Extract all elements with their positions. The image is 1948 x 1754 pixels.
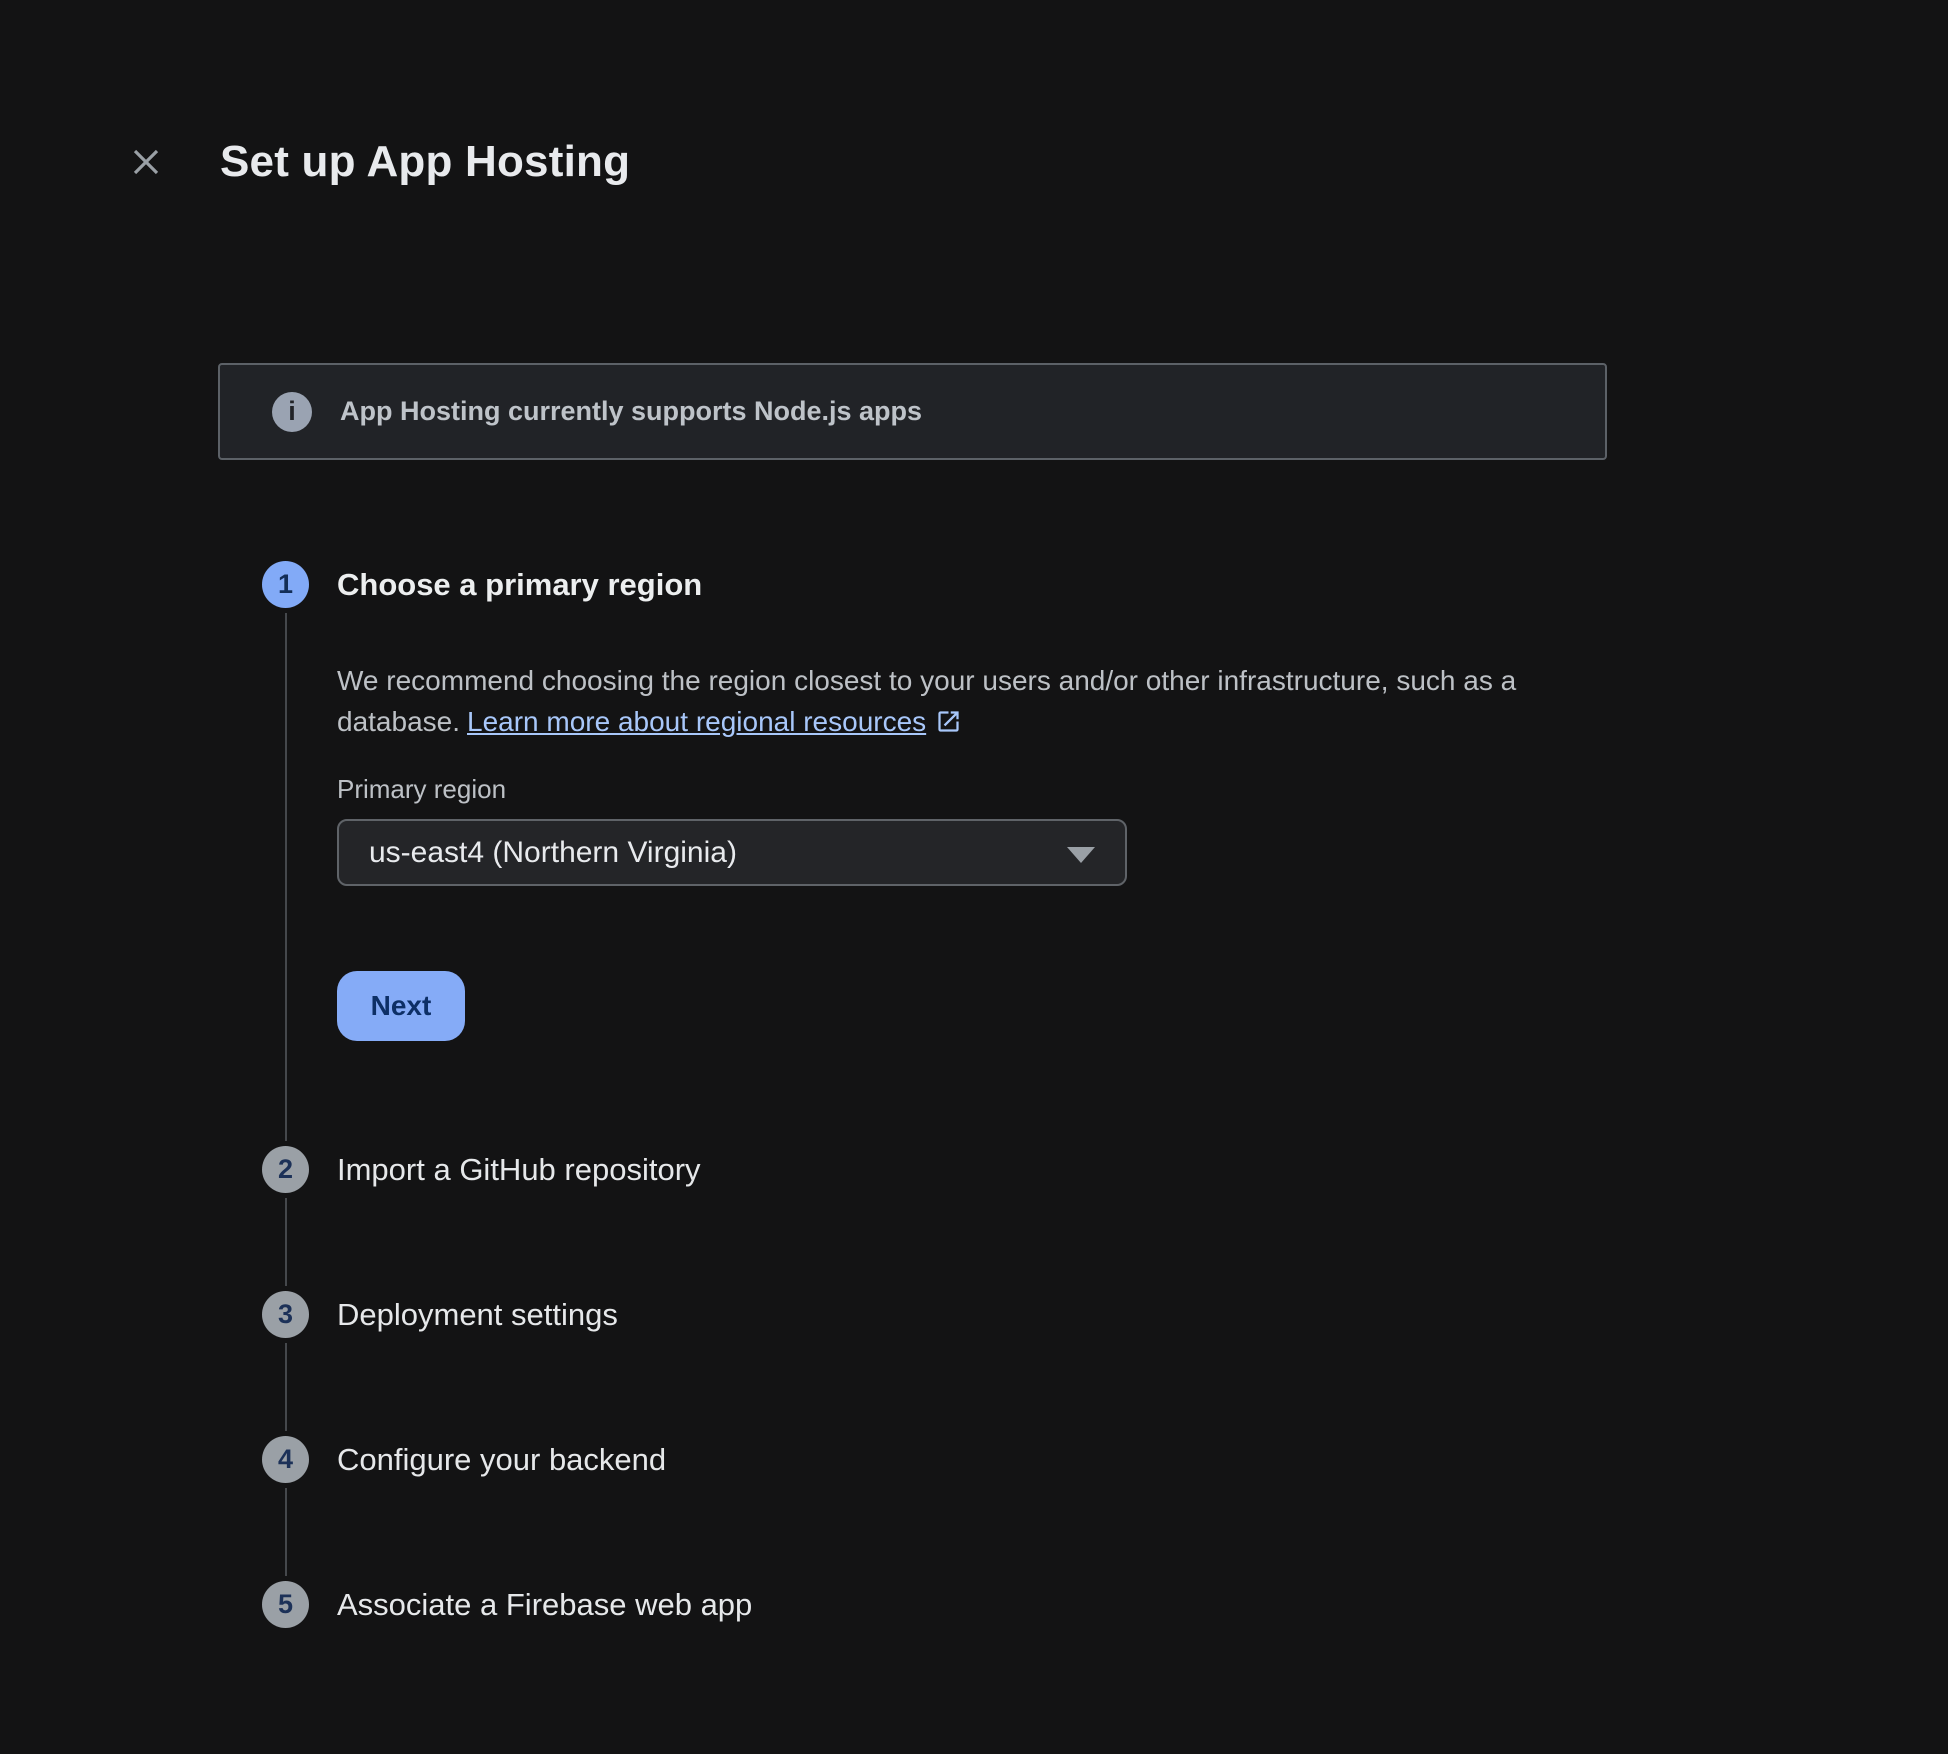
info-icon — [272, 392, 312, 432]
external-link-icon — [935, 710, 962, 741]
primary-region-select[interactable]: us-east4 (Northern Virginia) — [337, 819, 1127, 886]
info-banner: App Hosting currently supports Node.js a… — [218, 363, 1607, 460]
step-4-label: Configure your backend — [337, 1436, 1948, 1483]
step-2-import-repo: 2 Import a GitHub repository — [262, 1146, 1948, 1291]
step-2-label: Import a GitHub repository — [337, 1146, 1948, 1193]
step-5-number: 5 — [278, 1589, 293, 1620]
step-3-label: Deployment settings — [337, 1291, 1948, 1338]
step-2-rail: 2 — [262, 1146, 309, 1291]
step-5-circle: 5 — [262, 1581, 309, 1628]
step-1-description: We recommend choosing the region closest… — [337, 660, 1562, 746]
step-5-rail: 5 — [262, 1581, 309, 1628]
step-connector — [285, 1488, 287, 1576]
step-4-configure-backend: 4 Configure your backend — [262, 1436, 1948, 1581]
step-3-number: 3 — [278, 1299, 293, 1330]
step-2-circle: 2 — [262, 1146, 309, 1193]
close-icon — [127, 143, 165, 181]
primary-region-selected-value: us-east4 (Northern Virginia) — [369, 836, 737, 870]
learn-more-link[interactable]: Learn more about regional resources — [467, 706, 926, 737]
step-connector — [285, 613, 287, 1141]
step-connector — [285, 1198, 287, 1286]
step-1-choose-region: 1 Choose a primary region We recommend c… — [262, 561, 1948, 1146]
step-3-deployment-settings: 3 Deployment settings — [262, 1291, 1948, 1436]
step-1-circle: 1 — [262, 561, 309, 608]
step-connector — [285, 1343, 287, 1431]
info-banner-text: App Hosting currently supports Node.js a… — [340, 396, 922, 427]
setup-stepper: 1 Choose a primary region We recommend c… — [0, 561, 1948, 1628]
step-2-number: 2 — [278, 1154, 293, 1185]
step-4-circle: 4 — [262, 1436, 309, 1483]
chevron-down-icon — [1067, 847, 1095, 863]
dialog-header: Set up App Hosting — [0, 0, 1948, 192]
step-1-label: Choose a primary region — [337, 561, 1948, 608]
step-5-associate-web-app: 5 Associate a Firebase web app — [262, 1581, 1948, 1628]
primary-region-label: Primary region — [337, 774, 1948, 804]
step-4-rail: 4 — [262, 1436, 309, 1581]
page-title: Set up App Hosting — [220, 132, 630, 192]
step-5-label: Associate a Firebase web app — [337, 1581, 1948, 1628]
next-button[interactable]: Next — [337, 971, 465, 1041]
step-1-number: 1 — [278, 569, 293, 600]
close-button[interactable] — [122, 138, 170, 186]
step-1-rail: 1 — [262, 561, 309, 1146]
step-3-circle: 3 — [262, 1291, 309, 1338]
step-4-number: 4 — [278, 1444, 293, 1475]
step-3-rail: 3 — [262, 1291, 309, 1436]
